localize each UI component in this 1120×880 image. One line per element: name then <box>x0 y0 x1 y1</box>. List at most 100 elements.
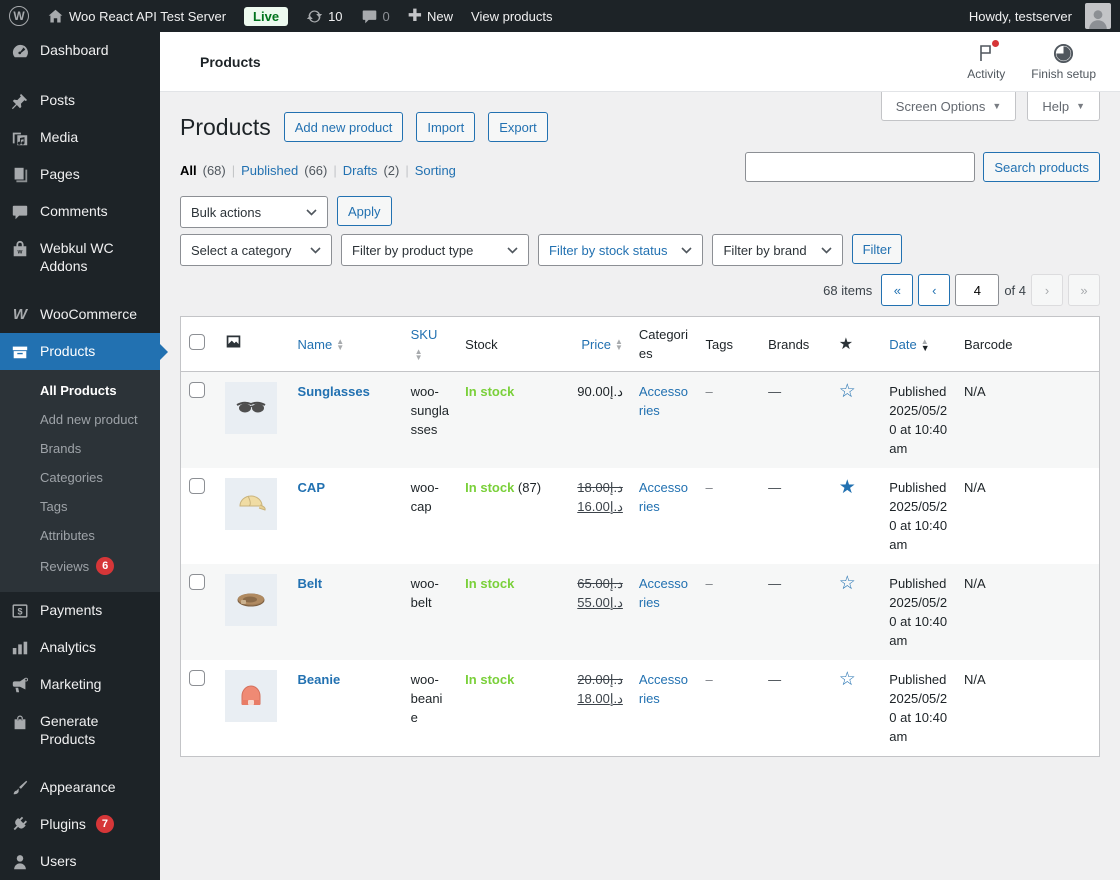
search-input[interactable] <box>745 152 976 182</box>
product-thumbnail-sunglasses[interactable] <box>224 382 277 434</box>
sidebar-item-plugins[interactable]: Plugins 7 <box>0 806 160 843</box>
woocommerce-icon: W <box>12 306 28 323</box>
publish-date: 2025/05/20 at 10:40 am <box>889 691 948 744</box>
view-all-link[interactable]: All <box>180 163 197 178</box>
filter-button[interactable]: Filter <box>851 234 903 264</box>
my-account-menu[interactable]: Howdy, testserver <box>960 0 1120 32</box>
submenu-all-products[interactable]: All Products <box>0 376 160 405</box>
site-name-menu[interactable]: Woo React API Test Server <box>38 0 235 32</box>
sidebar-item-webkul-wc-addons[interactable]: w Webkul WC Addons <box>0 230 160 284</box>
new-content-menu[interactable]: ✚ New <box>399 0 462 32</box>
featured-star-toggle[interactable]: ☆ <box>839 669 856 690</box>
finish-setup-button[interactable]: Finish setup <box>1031 42 1096 81</box>
sidebar-item-pages[interactable]: Pages <box>0 156 160 193</box>
sidebar-item-analytics[interactable]: Analytics <box>0 629 160 666</box>
sort-by-price[interactable]: Price ▲ ▼ <box>581 337 623 352</box>
comments-count: 0 <box>382 8 390 24</box>
featured-star-toggle[interactable]: ★ <box>839 477 856 498</box>
activity-button[interactable]: Activity <box>967 40 1005 81</box>
sidebar-item-products[interactable]: Products <box>0 333 168 370</box>
product-name-link[interactable]: Sunglasses <box>298 384 370 399</box>
export-button[interactable]: Export <box>488 112 548 142</box>
wordpress-logo-menu[interactable]: W <box>0 0 38 32</box>
sidebar-item-media[interactable]: Media <box>0 119 160 156</box>
active-menu-arrow <box>160 343 168 360</box>
view-published-link[interactable]: Published <box>241 163 298 178</box>
regular-price: 20.00د.إ <box>577 672 623 687</box>
view-products-menu[interactable]: View products <box>462 0 561 32</box>
tags-value: – <box>705 576 713 591</box>
sidebar-item-label: WooCommerce <box>40 306 137 322</box>
stock-status: In stock <box>465 480 515 495</box>
sidebar-item-payments[interactable]: $ Payments <box>0 592 160 629</box>
product-sku: woo-cap <box>410 480 439 514</box>
row-checkbox[interactable] <box>189 670 205 686</box>
view-sorting-link[interactable]: Sorting <box>415 163 456 178</box>
category-link[interactable]: Accessories <box>639 384 688 418</box>
next-page-button[interactable]: › <box>1031 274 1063 306</box>
add-new-product-button[interactable]: Add new product <box>283 112 404 142</box>
product-name-link[interactable]: Beanie <box>298 672 341 687</box>
current-page-input[interactable] <box>955 274 1000 306</box>
sidebar-item-label: Payments <box>40 602 103 618</box>
featured-star-toggle[interactable]: ☆ <box>839 573 856 594</box>
tags-value: – <box>705 672 713 687</box>
brush-icon <box>10 778 30 797</box>
submenu-attributes[interactable]: Attributes <box>0 521 160 550</box>
image-column-icon <box>225 333 242 350</box>
apply-button[interactable]: Apply <box>337 196 392 226</box>
import-button[interactable]: Import <box>416 112 476 142</box>
comments-menu[interactable]: 0 <box>352 0 399 32</box>
chevron-down-icon <box>310 246 321 254</box>
product-thumbnail-belt[interactable] <box>224 574 277 626</box>
sort-by-name[interactable]: Name ▲ ▼ <box>298 337 345 352</box>
submenu-brands[interactable]: Brands <box>0 434 160 463</box>
product-type-filter-select[interactable]: Filter by product type <box>341 234 529 266</box>
row-checkbox[interactable] <box>189 574 205 590</box>
comments-bubble-icon <box>361 8 378 25</box>
view-drafts-link[interactable]: Drafts <box>343 163 378 178</box>
sidebar-item-dashboard[interactable]: Dashboard <box>0 32 160 70</box>
help-tab[interactable]: Help ▼ <box>1027 92 1100 121</box>
wc-header-title: Products <box>200 53 261 70</box>
brands-value: — <box>768 672 782 687</box>
category-link[interactable]: Accessories <box>639 576 688 610</box>
submenu-categories[interactable]: Categories <box>0 463 160 492</box>
screen-options-tab[interactable]: Screen Options ▼ <box>880 92 1017 121</box>
first-page-button[interactable]: « <box>881 274 914 306</box>
sidebar-item-comments[interactable]: Comments <box>0 193 160 230</box>
last-page-button[interactable]: » <box>1068 274 1100 306</box>
search-products-button[interactable]: Search products <box>983 152 1100 182</box>
submenu-add-new-product[interactable]: Add new product <box>0 405 160 434</box>
brand-filter-select[interactable]: Filter by brand <box>712 234 843 266</box>
stock-status-filter-select[interactable]: Filter by stock status <box>538 234 704 266</box>
sort-by-date[interactable]: Date ▲ ▼ <box>889 337 929 353</box>
featured-star-toggle[interactable]: ☆ <box>839 381 856 402</box>
row-checkbox[interactable] <box>189 382 205 398</box>
publish-status: Published <box>889 480 947 495</box>
view-products-label: View products <box>471 8 553 24</box>
select-all-checkbox[interactable] <box>189 333 205 350</box>
submenu-reviews[interactable]: Reviews 6 <box>0 550 160 582</box>
product-name-link[interactable]: CAP <box>298 480 325 495</box>
category-filter-select[interactable]: Select a category <box>180 234 332 266</box>
bulk-actions-select[interactable]: Bulk actions <box>180 196 328 228</box>
row-checkbox[interactable] <box>189 478 205 494</box>
updates-menu[interactable]: 10 <box>297 0 351 32</box>
category-link[interactable]: Accessories <box>639 480 688 514</box>
prev-page-button[interactable]: ‹ <box>918 274 951 306</box>
sidebar-item-generate-products[interactable]: Generate Products <box>0 703 160 757</box>
category-link[interactable]: Accessories <box>639 672 688 706</box>
bar-chart-icon <box>10 638 30 657</box>
sidebar-item-appearance[interactable]: Appearance <box>0 769 160 806</box>
submenu-tags[interactable]: Tags <box>0 492 160 521</box>
sort-by-sku[interactable]: SKU ▲ ▼ <box>411 327 438 361</box>
home-icon <box>47 8 64 25</box>
sidebar-item-woocommerce[interactable]: W WooCommerce <box>0 296 160 333</box>
product-thumbnail-cap[interactable] <box>224 478 277 530</box>
sidebar-item-posts[interactable]: Posts <box>0 82 160 119</box>
product-thumbnail-beanie[interactable] <box>224 670 277 722</box>
sidebar-item-marketing[interactable]: Marketing <box>0 666 160 703</box>
product-name-link[interactable]: Belt <box>298 576 323 591</box>
sidebar-item-users[interactable]: Users <box>0 843 160 880</box>
